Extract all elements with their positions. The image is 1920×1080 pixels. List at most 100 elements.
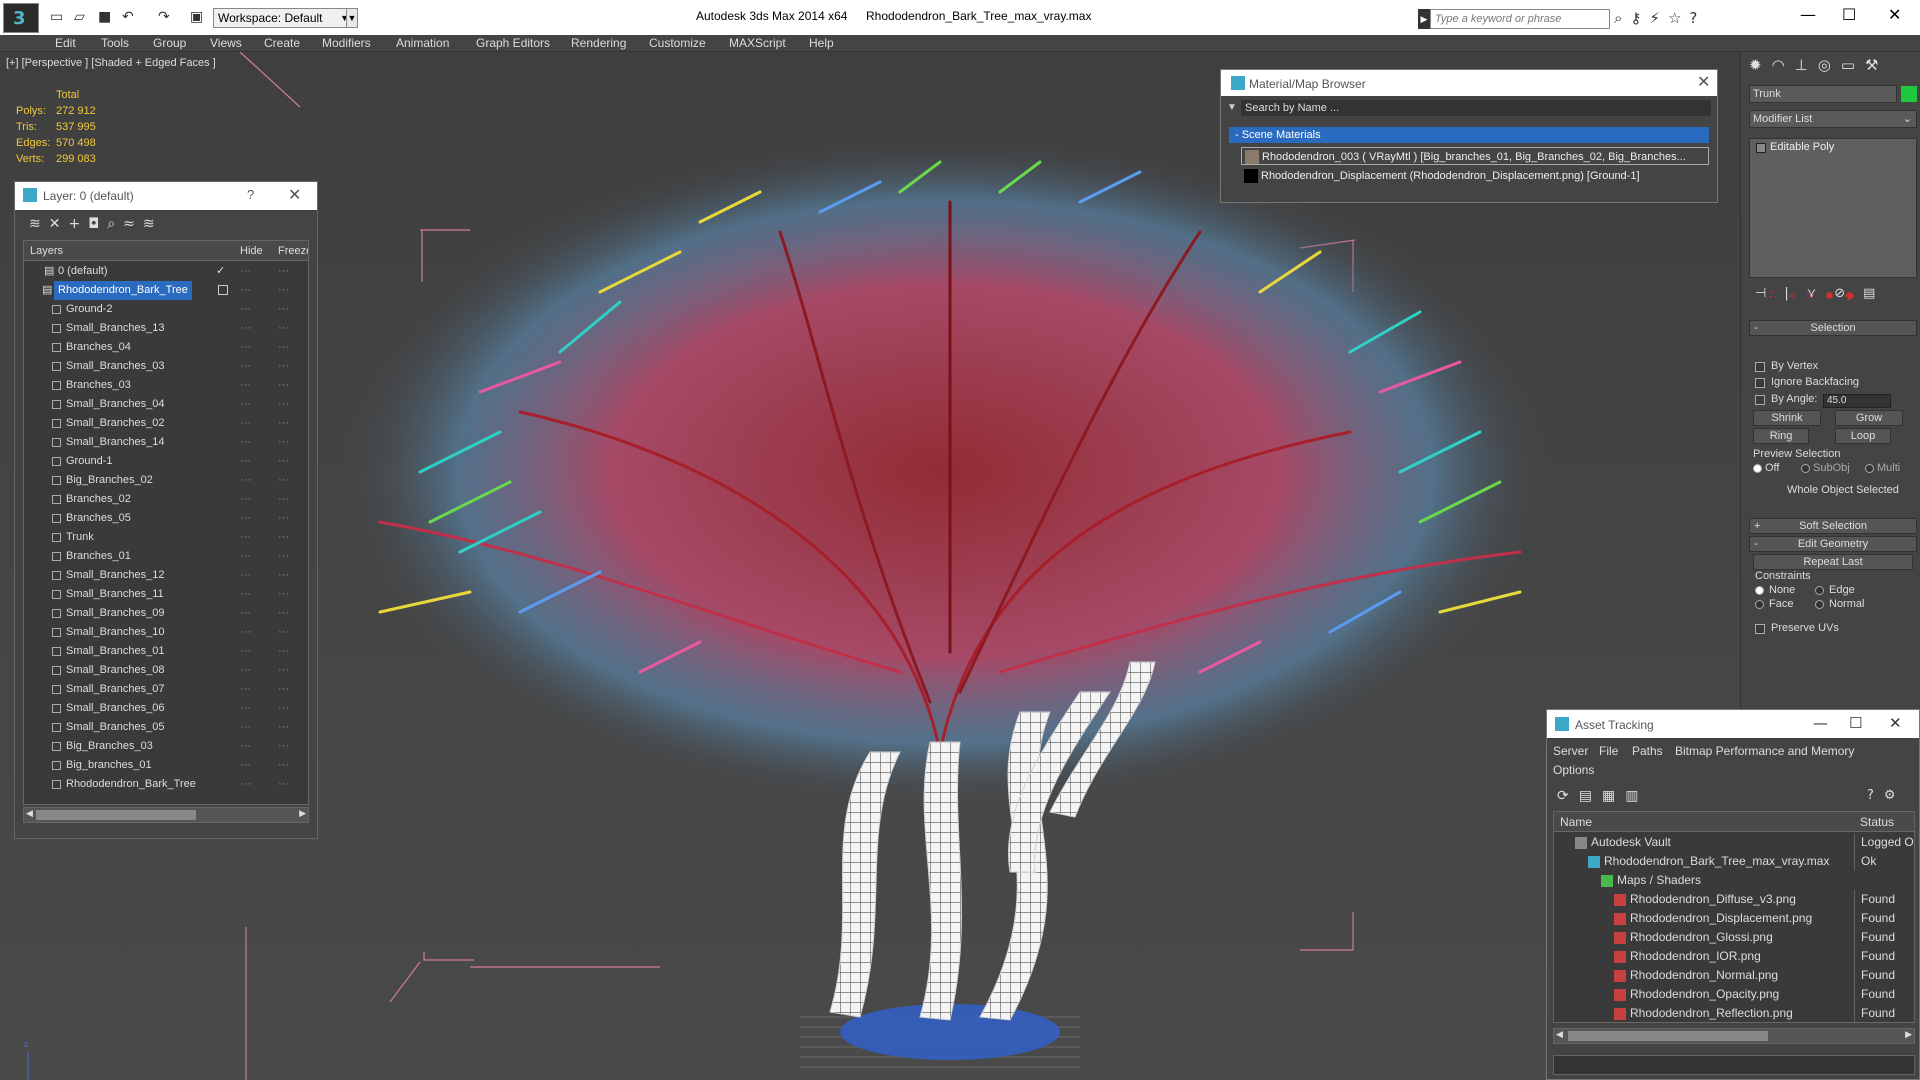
maximize-button[interactable]: ☐ [1842,5,1856,24]
scrollbar-thumb[interactable] [1568,1031,1768,1041]
layer-object-row[interactable]: Small_Branches_12 ··· ··· [24,566,308,585]
material-item[interactable]: Rhododendron_Displacement (Rhododendron_… [1241,167,1709,185]
freeze-toggle[interactable]: ··· [278,471,289,490]
current-layer-box[interactable] [218,285,228,295]
asset-status-field[interactable] [1553,1055,1915,1075]
object-color-swatch[interactable] [1901,86,1917,102]
hide-toggle[interactable]: ··· [240,528,251,547]
layer-object-row[interactable]: Small_Branches_06 ··· ··· [24,699,308,718]
utilities-tab-icon[interactable]: ⚒ [1865,56,1888,74]
layer-object-row[interactable]: Branches_01 ··· ··· [24,547,308,566]
layer-object-row[interactable]: Branches_04 ··· ··· [24,338,308,357]
tree-view-icon[interactable]: ▦ [1602,788,1625,804]
freeze-toggle[interactable]: ··· [278,642,289,661]
hide-all-icon[interactable]: ≋ [143,216,163,232]
exchange-icon[interactable]: ⚡ [1649,9,1668,27]
layer-object-row[interactable]: Rhododendron_Bark_Tree ··· ··· [24,775,308,794]
polygon-icon[interactable]: ■ [1826,288,1845,302]
asset-row[interactable]: Maps / Shaders [1554,871,1914,890]
hide-toggle[interactable]: ··· [240,433,251,452]
layer-object-row[interactable]: Small_Branches_05 ··· ··· [24,718,308,737]
highlight-layer-icon[interactable]: ≈ [123,216,143,232]
scroll-left-icon[interactable]: ◀ [26,808,33,819]
hide-toggle[interactable]: ··· [240,623,251,642]
constraint-none-radio[interactable] [1755,586,1764,595]
close-icon[interactable]: ✕ [1889,714,1902,732]
freeze-toggle[interactable]: ··· [278,338,289,357]
layer-object-row[interactable]: Branches_02 ··· ··· [24,490,308,509]
preview-multi-radio[interactable] [1865,464,1874,473]
layer-object-row[interactable]: Ground-2 ··· ··· [24,300,308,319]
hide-toggle[interactable]: ··· [240,281,251,300]
hide-toggle[interactable]: ··· [240,395,251,414]
layer-object-row[interactable]: Small_Branches_04 ··· ··· [24,395,308,414]
layer-object-row[interactable]: Small_Branches_11 ··· ··· [24,585,308,604]
freeze-toggle[interactable]: ··· [278,604,289,623]
hide-toggle[interactable]: ··· [240,452,251,471]
by-vertex-checkbox[interactable] [1755,362,1765,372]
layer-object-row[interactable]: Big_Branches_02 ··· ··· [24,471,308,490]
menu-options[interactable]: Options [1553,763,1594,777]
freeze-toggle[interactable]: ··· [278,699,289,718]
layers-icon[interactable]: ≋ [29,216,49,232]
menu-help[interactable]: Help [809,36,834,50]
ring-button[interactable]: Ring [1753,428,1809,444]
hide-toggle[interactable]: ··· [240,376,251,395]
hide-toggle[interactable]: ··· [240,642,251,661]
asset-horizontal-scrollbar[interactable]: ◀ ▶ [1553,1028,1915,1044]
open-file-icon[interactable]: ▱ [74,7,85,27]
freeze-toggle[interactable]: ··· [278,566,289,585]
freeze-toggle[interactable]: ··· [278,680,289,699]
modify-tab-icon[interactable]: ◠ [1772,56,1795,74]
close-icon[interactable]: ✕ [288,185,301,205]
asset-row[interactable]: Rhododendron_Bark_Tree_max_vray.max Ok [1554,852,1914,871]
angle-input[interactable]: 45.0 [1823,394,1891,408]
asset-row[interactable]: Rhododendron_Glossi.png Found [1554,928,1914,947]
freeze-toggle[interactable]: ··· [278,718,289,737]
hide-toggle[interactable]: ··· [240,699,251,718]
freeze-toggle[interactable]: ··· [278,737,289,756]
layer-object-row[interactable]: Trunk ··· ··· [24,528,308,547]
display-tab-icon[interactable]: ▭ [1841,56,1865,74]
freeze-toggle[interactable]: ··· [278,357,289,376]
column-freeze[interactable]: Freeze [278,245,308,257]
freeze-toggle[interactable]: ··· [278,414,289,433]
column-layers[interactable]: Layers [30,245,63,257]
binoculars-icon[interactable]: ⌕ [1614,9,1630,27]
layer-object-row[interactable]: Branches_03 ··· ··· [24,376,308,395]
layer-panel-titlebar[interactable]: Layer: 0 (default) ? ✕ [15,182,317,210]
close-icon[interactable]: ✕ [1697,72,1710,92]
asset-row[interactable]: Autodesk Vault Logged O [1554,833,1914,852]
freeze-toggle[interactable]: ··· [278,433,289,452]
shrink-button[interactable]: Shrink [1753,410,1821,426]
layer-row[interactable]: ▤ Rhododendron_Bark_Tree ··· ··· [24,281,308,300]
hide-toggle[interactable]: ··· [240,756,251,775]
layer-object-row[interactable]: Small_Branches_10 ··· ··· [24,623,308,642]
by-angle-checkbox[interactable] [1755,395,1765,405]
search-expand-icon[interactable]: ▶ [1418,9,1430,29]
add-selection-icon[interactable]: ◘ [88,216,107,232]
layer-object-row[interactable]: Small_Branches_09 ··· ··· [24,604,308,623]
menu-animation[interactable]: Animation [396,36,449,50]
ignore-backfacing-checkbox[interactable] [1755,378,1765,388]
motion-tab-icon[interactable]: ◎ [1818,56,1841,74]
menu-modifiers[interactable]: Modifiers [322,36,371,50]
layer-object-row[interactable]: Big_Branches_03 ··· ··· [24,737,308,756]
menu-customize[interactable]: Customize [649,36,706,50]
hide-toggle[interactable]: ··· [240,775,251,794]
redo-icon[interactable]: ↷ [158,7,170,27]
help-icon[interactable]: ? [1689,9,1705,27]
soft-selection-rollout[interactable]: + Soft Selection [1749,518,1917,534]
column-status[interactable]: Status [1860,815,1894,829]
constraint-edge-radio[interactable] [1815,586,1824,595]
layer-object-row[interactable]: Small_Branches_02 ··· ··· [24,414,308,433]
scroll-left-icon[interactable]: ◀ [1556,1029,1563,1040]
list-view-icon[interactable]: ▤ [1579,788,1602,804]
layer-object-row[interactable]: Branches_05 ··· ··· [24,509,308,528]
hide-toggle[interactable]: ··· [240,737,251,756]
select-in-layer-icon[interactable]: ⌕ [107,216,123,232]
asset-tracking-titlebar[interactable]: Asset Tracking — ☐ ✕ [1547,710,1919,738]
stack-item-editable-poly[interactable]: Editable Poly [1756,141,1834,153]
layer-object-row[interactable]: Ground-1 ··· ··· [24,452,308,471]
asset-row[interactable]: Rhododendron_Normal.png Found [1554,966,1914,985]
